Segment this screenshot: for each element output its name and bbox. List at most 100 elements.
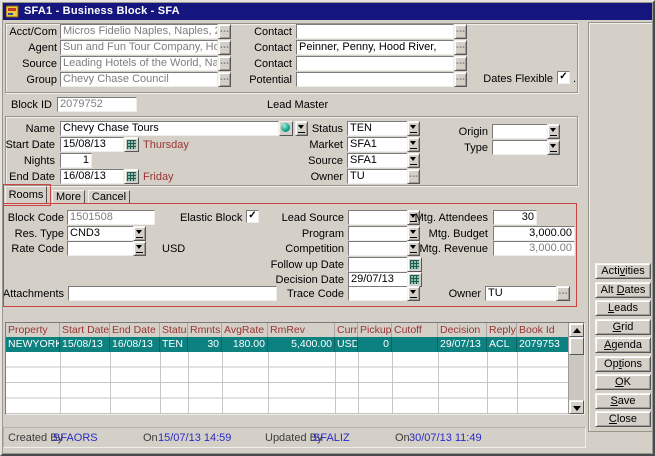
contact3-field[interactable] [296, 56, 454, 71]
type-label: Type [445, 142, 488, 154]
col-book-id[interactable]: Book Id [517, 323, 568, 337]
agent-lookup-button: ... [218, 40, 231, 55]
cell-rmnts: 30 [188, 337, 222, 352]
market-field[interactable]: SFA1 [347, 137, 409, 152]
grid-vertical-scrollbar[interactable] [568, 323, 584, 414]
end-date-field[interactable]: 16/08/13 [60, 169, 124, 184]
origin-dropdown-button[interactable] [547, 124, 560, 139]
updated-by-value: SFALIZ [313, 432, 350, 444]
status-field[interactable]: TEN [347, 121, 409, 136]
rate-code-dropdown-button[interactable] [133, 241, 146, 256]
contact1-lookup-button[interactable]: ... [454, 24, 467, 39]
cell-end-date: 16/08/13 [110, 337, 160, 352]
col-start-date[interactable]: Start Date [60, 323, 110, 337]
summary-source-field[interactable]: SFA1 [347, 153, 409, 168]
contact2-lookup-button[interactable]: ... [454, 40, 467, 55]
start-date-field[interactable]: 15/08/13 [60, 137, 124, 152]
col-status[interactable]: Status [160, 323, 188, 337]
trace-code-dropdown-button[interactable] [407, 286, 420, 301]
market-dropdown-button[interactable] [407, 137, 420, 152]
name-field[interactable]: Chevy Chase Tours [60, 121, 279, 136]
type-dropdown-button[interactable] [547, 140, 560, 155]
col-pickup[interactable]: Pickup [358, 323, 392, 337]
scrollbar-thumb[interactable] [569, 337, 584, 355]
col-rmnts[interactable]: Rmnts [188, 323, 222, 337]
start-date-calendar-button[interactable] [124, 137, 139, 152]
origin-field[interactable] [492, 124, 549, 139]
program-field[interactable] [348, 226, 409, 241]
summary-owner-field[interactable]: TU [347, 169, 409, 184]
activities-button[interactable]: Activities [595, 263, 651, 279]
potential-field[interactable] [296, 72, 454, 87]
agenda-button[interactable]: Agenda [595, 337, 651, 353]
col-property[interactable]: Property [6, 323, 60, 337]
decision-date-field[interactable]: 29/07/13 [348, 272, 409, 287]
agent-label: Agent [2, 42, 57, 54]
col-avgrate[interactable]: AvgRate [222, 323, 268, 337]
potential-lookup-button[interactable]: ... [454, 72, 467, 87]
col-curr[interactable]: Curr. [335, 323, 358, 337]
lead-source-field[interactable] [348, 210, 409, 225]
cell-book-id: 2079753 [517, 337, 568, 352]
follow-up-calendar-button[interactable] [407, 257, 422, 272]
dates-flexible-checkbox[interactable]: ✓ [557, 71, 570, 84]
competition-field[interactable] [348, 241, 409, 256]
contact1-field[interactable] [296, 24, 454, 39]
cell-rmrev: 5,400.00 [268, 337, 335, 352]
tab-rooms[interactable]: Rooms [5, 186, 47, 203]
mtg-budget-field[interactable]: 3,000.00 [493, 226, 575, 241]
options-button[interactable]: Options [595, 356, 651, 372]
attachments-field[interactable] [68, 286, 277, 301]
summary-source-dropdown-button[interactable] [407, 153, 420, 168]
close-button[interactable]: Close [595, 411, 651, 427]
type-field[interactable] [492, 140, 549, 155]
col-cutoff[interactable]: Cutoff [392, 323, 438, 337]
trace-code-label: Trace Code [270, 288, 344, 300]
cell-reply: ACL [487, 337, 517, 352]
trace-code-field[interactable] [348, 286, 409, 301]
contact3-lookup-button[interactable]: ... [454, 56, 467, 71]
col-end-date[interactable]: End Date [110, 323, 160, 337]
market-label: Market [290, 139, 343, 151]
contact2-field[interactable]: Peinner, Penny, Hood River, [296, 40, 454, 55]
save-button[interactable]: Save [595, 393, 651, 409]
elastic-block-label: Elastic Block [180, 212, 242, 224]
window-title: SFA1 - Business Block - SFA [24, 5, 180, 17]
tab-cancel[interactable]: Cancel [88, 190, 130, 203]
elastic-block-checkbox[interactable]: ✓ [246, 210, 259, 223]
group-field: Chevy Chase Council [60, 72, 218, 87]
title-bar[interactable]: SFA1 - Business Block - SFA [2, 2, 653, 20]
business-block-window: SFA1 - Business Block - SFA Acct/Com Mic… [0, 0, 655, 456]
status-dropdown-button[interactable] [407, 121, 420, 136]
lead-master-label: Lead Master [267, 99, 328, 111]
follow-up-date-field[interactable] [348, 257, 409, 272]
end-date-calendar-button[interactable] [124, 169, 139, 184]
res-type-dropdown-button[interactable] [133, 226, 146, 241]
rooms-owner-field[interactable]: TU [485, 286, 557, 301]
contact2-label: Contact [240, 42, 292, 54]
leads-button[interactable]: Leads [595, 300, 651, 316]
scroll-up-button[interactable] [569, 323, 584, 337]
attachments-label: Attachments [2, 288, 64, 300]
res-type-field[interactable]: CND3 [67, 226, 135, 241]
scroll-down-button[interactable] [569, 400, 584, 414]
rate-code-field[interactable] [67, 241, 135, 256]
end-day-text: Friday [143, 171, 174, 183]
alt-dates-button[interactable]: Alt Dates [595, 282, 651, 298]
res-type-label: Res. Type [2, 228, 64, 240]
decision-date-label: Decision Date [270, 274, 344, 286]
name-label: Name [2, 123, 55, 135]
col-rmrev[interactable]: RmRev [268, 323, 335, 337]
ok-button[interactable]: OK [595, 374, 651, 390]
created-on-label: On [143, 432, 158, 444]
nights-field[interactable]: 1 [60, 153, 92, 168]
mtg-attendees-field[interactable]: 30 [493, 210, 537, 225]
tab-more[interactable]: More [52, 190, 85, 203]
grid-button[interactable]: Grid [595, 319, 651, 335]
grid-selected-row[interactable]: NEWYORK 15/08/13 16/08/13 TEN 30 180.00 … [6, 337, 568, 352]
group-label: Group [2, 74, 57, 86]
decision-date-calendar-button[interactable] [407, 272, 422, 287]
col-reply[interactable]: Reply [487, 323, 517, 337]
source-lookup-button: ... [218, 56, 231, 71]
col-decision[interactable]: Decision [438, 323, 487, 337]
